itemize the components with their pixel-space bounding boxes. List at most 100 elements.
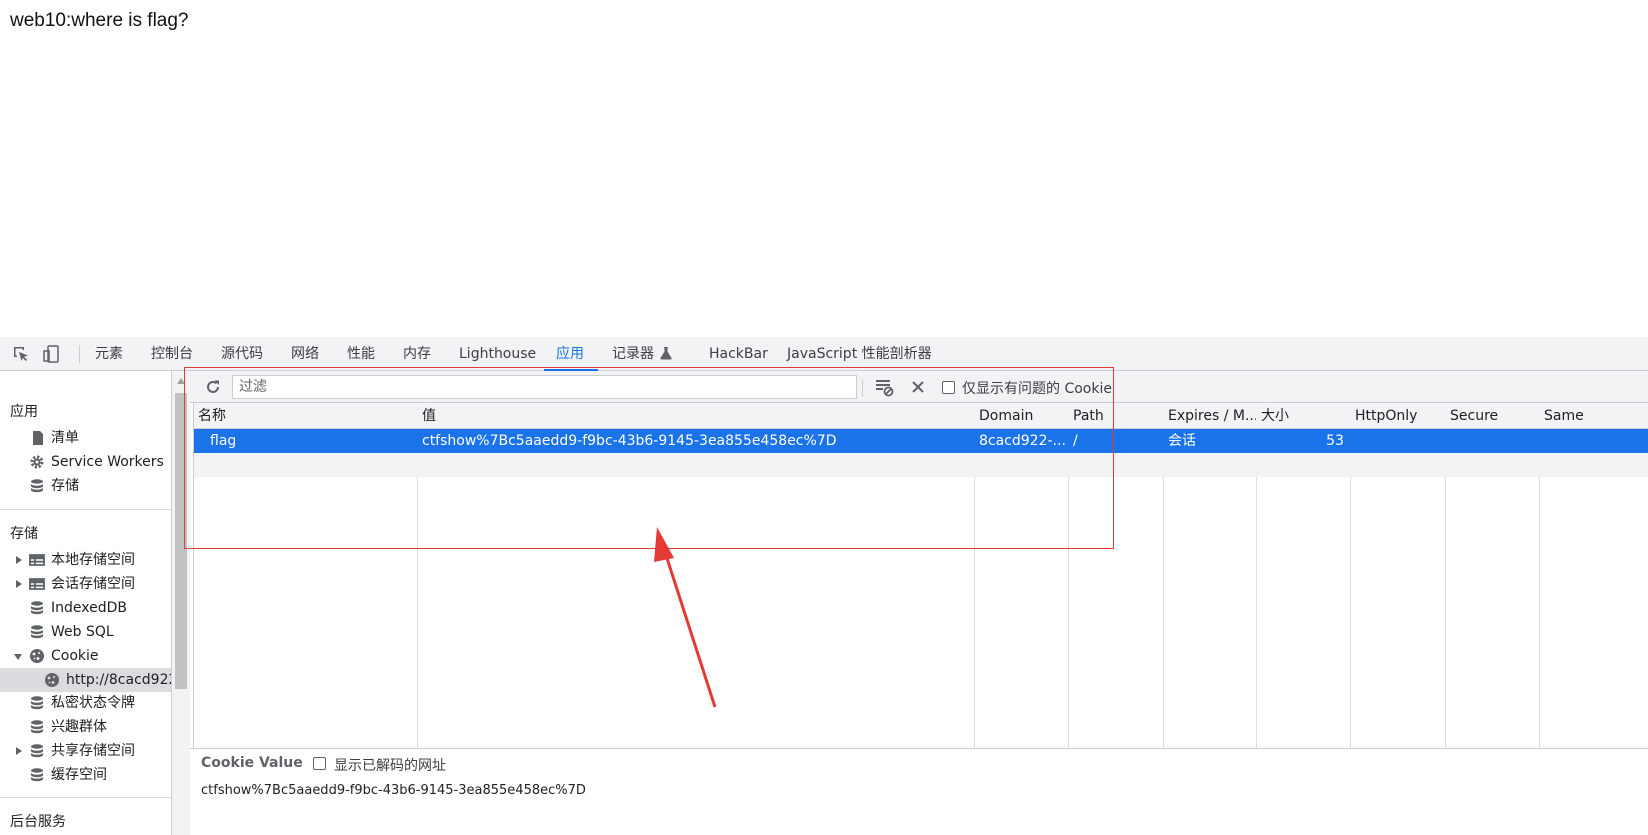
database-icon xyxy=(29,719,45,735)
collapse-arrow-icon[interactable] xyxy=(14,654,22,660)
sidebar-item-label: Service Workers xyxy=(51,454,164,470)
tab-performance[interactable]: 性能 xyxy=(347,337,375,371)
column-header-value[interactable]: 值 xyxy=(418,403,974,429)
expand-arrow-icon[interactable] xyxy=(16,747,22,755)
scrollbar-thumb[interactable] xyxy=(175,393,187,689)
sidebar-divider xyxy=(0,797,171,798)
cookie-name-cell: flag xyxy=(210,433,237,449)
cookie-toolbar: 仅显示有问题的 Cookie xyxy=(190,371,1648,403)
gear-icon xyxy=(29,454,45,470)
sidebar-item-label: Web SQL xyxy=(51,624,114,640)
tab-hackbar[interactable]: HackBar xyxy=(709,337,768,371)
sidebar-item-label: 存储 xyxy=(51,478,79,494)
cookie-icon xyxy=(44,672,60,688)
cookie-size-cell: 53 xyxy=(1326,433,1344,449)
devtools-tabbar: 元素 控制台 源代码 网络 性能 内存 Lighthouse 应用 记录器 Ha… xyxy=(0,337,1648,371)
cookie-value-text[interactable]: ctfshow%7Bc5aaedd9-f9bc-43b6-9145-3ea855… xyxy=(201,783,586,798)
database-icon xyxy=(29,767,45,783)
only-issues-label: 仅显示有问题的 Cookie xyxy=(962,381,1112,397)
table-row[interactable]: flag ctfshow%7Bc5aaedd9-f9bc-43b6-9145-3… xyxy=(194,429,1648,453)
column-header-httponly[interactable]: HttpOnly xyxy=(1351,403,1445,429)
file-icon xyxy=(30,430,46,446)
sidebar-item-local-storage[interactable]: 本地存储空间 xyxy=(0,548,171,572)
cookie-panel: 仅显示有问题的 Cookie 名称 值 Domain Path Expires … xyxy=(190,371,1648,835)
cookie-table: 名称 值 Domain Path Expires / M... 大小 HttpO… xyxy=(193,403,1648,748)
clear-filtered-cookies-icon[interactable] xyxy=(874,377,894,397)
tab-memory[interactable]: 内存 xyxy=(403,337,431,371)
grid-icon xyxy=(29,552,45,568)
device-toggle-icon[interactable] xyxy=(42,344,62,364)
cookie-icon xyxy=(29,648,45,664)
show-decoded-checkbox[interactable] xyxy=(313,757,326,770)
sidebar-item-label: http://8cacd922 xyxy=(66,672,171,688)
tab-network[interactable]: 网络 xyxy=(291,337,319,371)
tab-lighthouse[interactable]: Lighthouse xyxy=(459,337,536,371)
tab-sources[interactable]: 源代码 xyxy=(221,337,263,371)
column-header-name[interactable]: 名称 xyxy=(194,403,417,429)
sidebar-item-shared-storage[interactable]: 共享存储空间 xyxy=(0,739,171,763)
cookie-value-pane: Cookie Value 显示已解码的网址 ctfshow%7Bc5aaedd9… xyxy=(190,748,1648,835)
scroll-up-arrow-icon[interactable] xyxy=(177,378,185,384)
sidebar-item-label: 缓存空间 xyxy=(51,767,107,783)
column-header-samesite[interactable]: Same xyxy=(1540,403,1648,429)
table-header: 名称 值 Domain Path Expires / M... 大小 HttpO… xyxy=(194,403,1648,429)
tabbar-separator xyxy=(79,345,80,363)
column-header-domain[interactable]: Domain xyxy=(975,403,1068,429)
sidebar-item-label: 兴趣群体 xyxy=(51,719,107,735)
sidebar-item-interest-groups[interactable]: 兴趣群体 xyxy=(0,715,171,739)
expand-arrow-icon[interactable] xyxy=(16,556,22,564)
application-sidebar: 应用 清单 Service Workers 存储 存储 本地存储空间 会话存储空… xyxy=(0,371,172,835)
filter-input[interactable] xyxy=(232,375,857,399)
cookie-value-title: Cookie Value xyxy=(201,755,303,771)
inspect-element-icon[interactable] xyxy=(11,344,31,364)
database-icon xyxy=(29,695,45,711)
tab-console[interactable]: 控制台 xyxy=(151,337,193,371)
database-icon xyxy=(29,743,45,759)
column-header-expires[interactable]: Expires / M... xyxy=(1164,403,1256,429)
column-header-path[interactable]: Path xyxy=(1069,403,1163,429)
flask-icon xyxy=(659,346,673,360)
tab-application[interactable]: 应用 xyxy=(544,337,598,371)
sidebar-item-session-storage[interactable]: 会话存储空间 xyxy=(0,572,171,596)
sidebar-section-app: 应用 xyxy=(10,404,38,420)
sidebar-item-label: 本地存储空间 xyxy=(51,552,135,568)
sidebar-item-label: Cookie xyxy=(51,648,99,664)
column-header-secure[interactable]: Secure xyxy=(1446,403,1539,429)
sidebar-item-label: 清单 xyxy=(51,430,79,446)
tab-js-profiler[interactable]: JavaScript 性能剖析器 xyxy=(787,337,932,371)
cookie-expires-cell: 会话 xyxy=(1168,433,1196,449)
sidebar-section-background-services: 后台服务 xyxy=(10,814,66,830)
column-header-size[interactable]: 大小 xyxy=(1257,403,1350,429)
tab-elements[interactable]: 元素 xyxy=(95,337,123,371)
sidebar-item-cookie[interactable]: Cookie xyxy=(0,644,171,668)
sidebar-item-web-sql[interactable]: Web SQL xyxy=(0,620,171,644)
database-icon xyxy=(29,600,45,616)
cookie-value-cell: ctfshow%7Bc5aaedd9-f9bc-43b6-9145-3ea855… xyxy=(422,433,837,449)
database-icon xyxy=(29,624,45,640)
cookie-path-cell: / xyxy=(1073,433,1078,449)
refresh-icon[interactable] xyxy=(203,377,223,397)
table-row-empty xyxy=(194,453,1648,477)
toolbar-separator xyxy=(862,379,863,397)
sidebar-item-service-workers[interactable]: Service Workers xyxy=(0,450,171,474)
only-issues-checkbox[interactable] xyxy=(942,381,955,394)
sidebar-scrollbar[interactable] xyxy=(172,371,190,835)
sidebar-item-cookie-origin[interactable]: http://8cacd922 xyxy=(0,668,171,692)
devtools-panel: 元素 控制台 源代码 网络 性能 内存 Lighthouse 应用 记录器 Ha… xyxy=(0,337,1648,835)
sidebar-item-label: 会话存储空间 xyxy=(51,576,135,592)
sidebar-item-label: 共享存储空间 xyxy=(51,743,135,759)
sidebar-item-storage-overview[interactable]: 存储 xyxy=(0,474,171,498)
sidebar-item-manifest[interactable]: 清单 xyxy=(0,426,171,450)
close-icon[interactable] xyxy=(908,377,928,397)
sidebar-divider xyxy=(0,509,171,510)
sidebar-section-storage: 存储 xyxy=(10,526,38,542)
expand-arrow-icon[interactable] xyxy=(16,580,22,588)
cookie-domain-cell: 8cacd922-... xyxy=(979,433,1066,449)
sidebar-item-private-state-tokens[interactable]: 私密状态令牌 xyxy=(0,691,171,715)
sidebar-item-label: IndexedDB xyxy=(51,600,127,616)
sidebar-item-indexeddb[interactable]: IndexedDB xyxy=(0,596,171,620)
show-decoded-label: 显示已解码的网址 xyxy=(334,758,446,774)
database-icon xyxy=(29,478,45,494)
sidebar-item-cache-storage[interactable]: 缓存空间 xyxy=(0,763,171,787)
tab-recorder[interactable]: 记录器 xyxy=(612,337,654,371)
